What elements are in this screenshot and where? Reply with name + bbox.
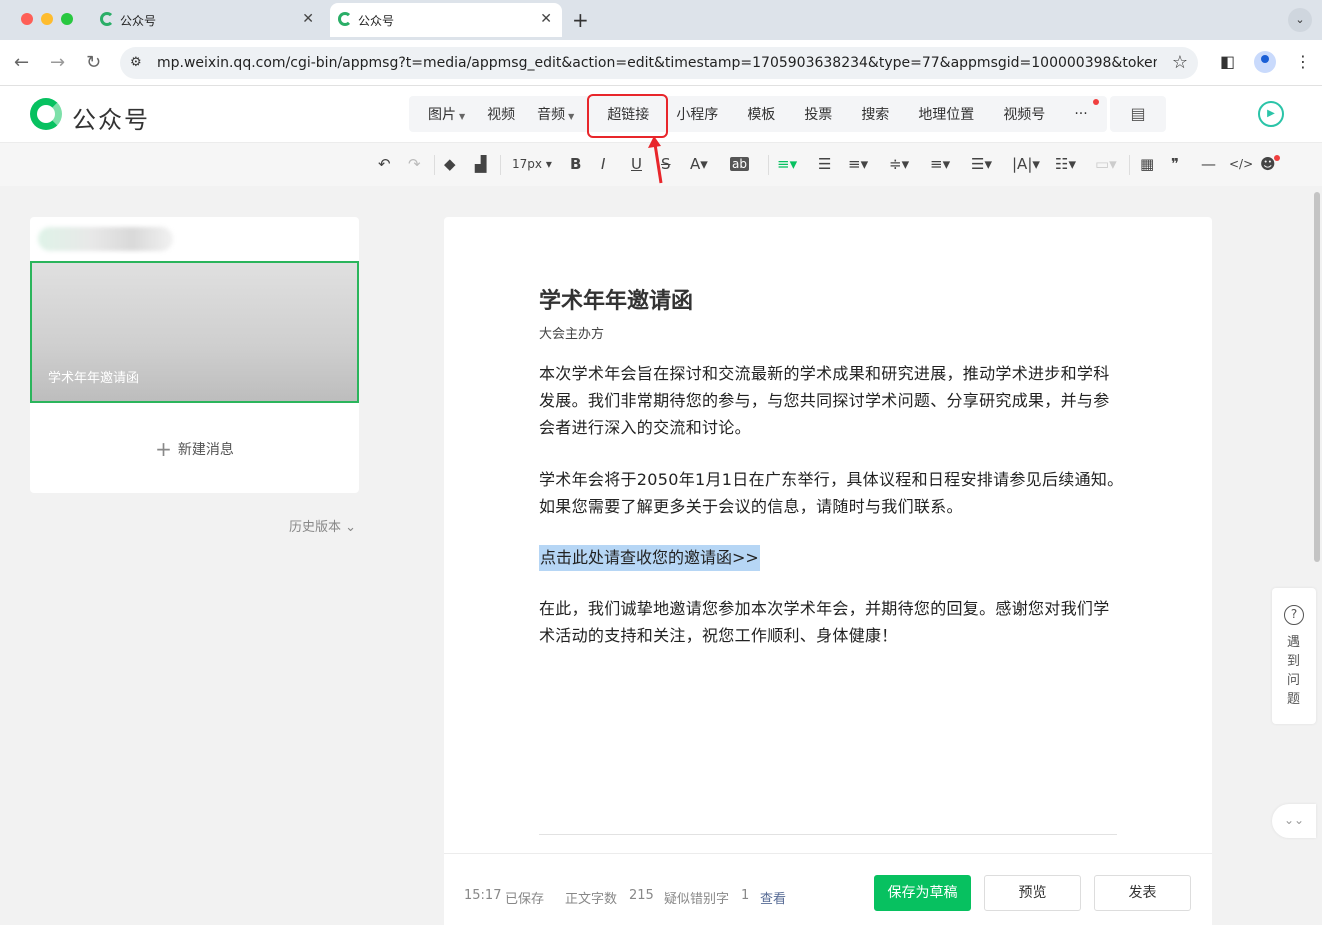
paragraph-1[interactable]: 本次学术年会旨在探讨和交流最新的学术成果和研究进展，推动学术进步和学科发展。我们… bbox=[539, 360, 1124, 441]
selected-link-text[interactable]: 点击此处请查收您的邀请函>> bbox=[539, 545, 760, 571]
article-title[interactable]: 学术年年邀请函 bbox=[539, 283, 693, 315]
format-painter-icon[interactable]: ▟ bbox=[475, 155, 487, 173]
tab-title: 公众号 bbox=[358, 14, 395, 28]
save-time: 15:17 bbox=[464, 888, 502, 903]
paragraph-3[interactable]: 在此，我们诚挚地邀请您参加本次学术年会，并期待您的回复。感谢您对我们学术活动的支… bbox=[539, 595, 1124, 649]
underline-icon[interactable]: U bbox=[631, 155, 642, 173]
word-count: 215 bbox=[629, 888, 654, 903]
more-insert-button[interactable]: ··· bbox=[1056, 106, 1098, 122]
red-arrow-annotation bbox=[648, 136, 663, 184]
highlight-color-icon[interactable]: ab bbox=[730, 157, 749, 171]
article-editor[interactable]: 学术年年邀请函 大会主办方 本次学术年会旨在探讨和交流最新的学术成果和研究进展，… bbox=[444, 217, 1212, 925]
notification-dot bbox=[1274, 155, 1280, 161]
plus-icon: + bbox=[155, 437, 172, 461]
publish-button[interactable]: 发表 bbox=[1094, 875, 1191, 911]
browser-toolbar: ← → ↻ ⚙ mp.weixin.qq.com/cgi-bin/appmsg?… bbox=[0, 40, 1322, 86]
site-settings-icon[interactable]: ⚙ bbox=[130, 55, 142, 70]
insert-video-button[interactable]: 视频 bbox=[476, 104, 526, 124]
back-icon[interactable]: ← bbox=[14, 52, 29, 73]
scroll-down-chevron-icon[interactable]: ⌄⌄ bbox=[1272, 804, 1316, 838]
history-version-link[interactable]: 历史版本 ⌄ bbox=[289, 516, 356, 535]
more-menu-icon[interactable]: ⋮ bbox=[1295, 52, 1311, 71]
article-author[interactable]: 大会主办方 bbox=[539, 323, 604, 342]
line-height-icon[interactable]: ☰▾ bbox=[971, 155, 992, 173]
list-icon[interactable]: ☷▾ bbox=[1055, 155, 1076, 173]
spacing-before-icon[interactable]: ≑▾ bbox=[889, 155, 909, 173]
typo-label: 疑似错别字 bbox=[664, 892, 730, 907]
profile-avatar[interactable] bbox=[1254, 51, 1276, 73]
app-name: 公众号 bbox=[72, 106, 150, 134]
editor-footer: 15:17 已保存 正文字数 215 疑似错别字 1 查看 保存为草稿 预览 发… bbox=[444, 853, 1212, 925]
wechat-logo-icon bbox=[100, 12, 114, 26]
minimize-window-button[interactable] bbox=[41, 13, 53, 25]
table-icon[interactable]: ▦ bbox=[1140, 155, 1154, 173]
redo-icon[interactable]: ↷ bbox=[408, 155, 421, 173]
insert-miniprogram-button[interactable]: 小程序 bbox=[665, 104, 729, 124]
save-status: 已保存 bbox=[505, 892, 545, 907]
wechat-logo-icon bbox=[30, 98, 62, 130]
reload-icon[interactable]: ↻ bbox=[86, 52, 101, 73]
indent-icon[interactable]: ☰ bbox=[818, 155, 831, 173]
letter-spacing-icon[interactable]: |A|▾ bbox=[1012, 155, 1040, 173]
paragraph-2[interactable]: 学术年会将于2050年1月1日在广东举行，具体议程和日程安排请参见后续通知。如果… bbox=[539, 466, 1124, 520]
insert-channels-button[interactable]: 视频号 bbox=[985, 104, 1056, 124]
video-clock-icon[interactable]: ▶ bbox=[1258, 101, 1284, 127]
code-icon[interactable]: </> bbox=[1229, 157, 1253, 171]
font-color-icon[interactable]: A▾ bbox=[690, 155, 708, 173]
forward-icon[interactable]: → bbox=[50, 52, 65, 73]
divider bbox=[539, 834, 1117, 835]
word-count-label: 正文字数 bbox=[565, 892, 618, 907]
highlight-annotation-box bbox=[587, 94, 668, 138]
insert-template-button[interactable]: 模板 bbox=[729, 104, 786, 124]
insert-search-button[interactable]: 搜索 bbox=[843, 104, 900, 124]
tab-title: 公众号 bbox=[120, 14, 157, 28]
spacing-after-icon[interactable]: ≡▾ bbox=[930, 155, 950, 173]
align-justify-icon[interactable]: ≡▾ bbox=[777, 155, 797, 173]
help-widget[interactable]: ? 遇到问题 bbox=[1272, 588, 1316, 724]
url-text[interactable]: mp.weixin.qq.com/cgi-bin/appmsg?t=media/… bbox=[157, 55, 1157, 71]
close-tab-icon[interactable]: ✕ bbox=[302, 11, 314, 27]
close-tab-icon[interactable]: ✕ bbox=[540, 11, 552, 27]
image-layout-icon[interactable]: ▭▾ bbox=[1095, 155, 1117, 173]
insert-location-button[interactable]: 地理位置 bbox=[900, 104, 985, 124]
insert-vote-button[interactable]: 投票 bbox=[786, 104, 843, 124]
document-icon[interactable]: ▤ bbox=[1110, 96, 1166, 132]
eraser-icon[interactable]: ◆ bbox=[444, 155, 456, 173]
save-draft-button[interactable]: 保存为草稿 bbox=[874, 875, 971, 911]
browser-tab-2[interactable]: 公众号 ✕ bbox=[330, 3, 562, 37]
preview-button[interactable]: 预览 bbox=[984, 875, 1081, 911]
insert-toolbar: 图片 ▼ 视频 音频 ▼ 超链接 小程序 模板 投票 搜索 地理位置 视频号 ··· bbox=[409, 96, 1107, 132]
page-scrollbar[interactable] bbox=[1314, 192, 1320, 562]
view-typos-link[interactable]: 查看 bbox=[760, 888, 786, 907]
article-cover-card[interactable]: 学术年年邀请函 bbox=[30, 261, 359, 403]
align-center-icon[interactable]: ≡▾ bbox=[848, 155, 868, 173]
close-window-button[interactable] bbox=[21, 13, 33, 25]
maximize-window-button[interactable] bbox=[61, 13, 73, 25]
quote-icon[interactable]: ❞ bbox=[1171, 155, 1179, 173]
account-name-blurred bbox=[38, 227, 173, 251]
message-list-panel: 学术年年邀请函 + 新建消息 bbox=[30, 217, 359, 493]
new-message-button[interactable]: + 新建消息 bbox=[30, 437, 359, 461]
cover-title: 学术年年邀请函 bbox=[48, 371, 140, 386]
new-tab-button[interactable]: + bbox=[572, 8, 589, 32]
notification-dot bbox=[1093, 99, 1099, 105]
address-bar[interactable]: ⚙ mp.weixin.qq.com/cgi-bin/appmsg?t=medi… bbox=[120, 47, 1198, 79]
question-icon: ? bbox=[1284, 605, 1304, 625]
bookmark-star-icon[interactable]: ☆ bbox=[1172, 52, 1188, 73]
wechat-logo-icon bbox=[338, 12, 352, 26]
font-size-select[interactable]: 17px ▾ bbox=[512, 157, 552, 171]
divider-icon[interactable]: — bbox=[1201, 155, 1216, 173]
tab-search-chevron-icon[interactable]: ⌄ bbox=[1288, 8, 1312, 32]
italic-icon[interactable]: I bbox=[601, 155, 605, 173]
bold-icon[interactable]: B bbox=[570, 155, 581, 173]
insert-audio-button[interactable]: 音频 ▼ bbox=[526, 104, 585, 124]
typo-count: 1 bbox=[741, 888, 750, 903]
help-label: 遇到问题 bbox=[1287, 635, 1301, 707]
browser-tab-1[interactable]: 公众号 ✕ bbox=[92, 3, 324, 37]
insert-image-button[interactable]: 图片 ▼ bbox=[417, 104, 476, 124]
side-panel-icon[interactable]: ◧ bbox=[1220, 52, 1235, 71]
undo-icon[interactable]: ↶ bbox=[378, 155, 391, 173]
browser-tab-bar: 公众号 ✕ 公众号 ✕ + ⌄ bbox=[0, 0, 1322, 40]
